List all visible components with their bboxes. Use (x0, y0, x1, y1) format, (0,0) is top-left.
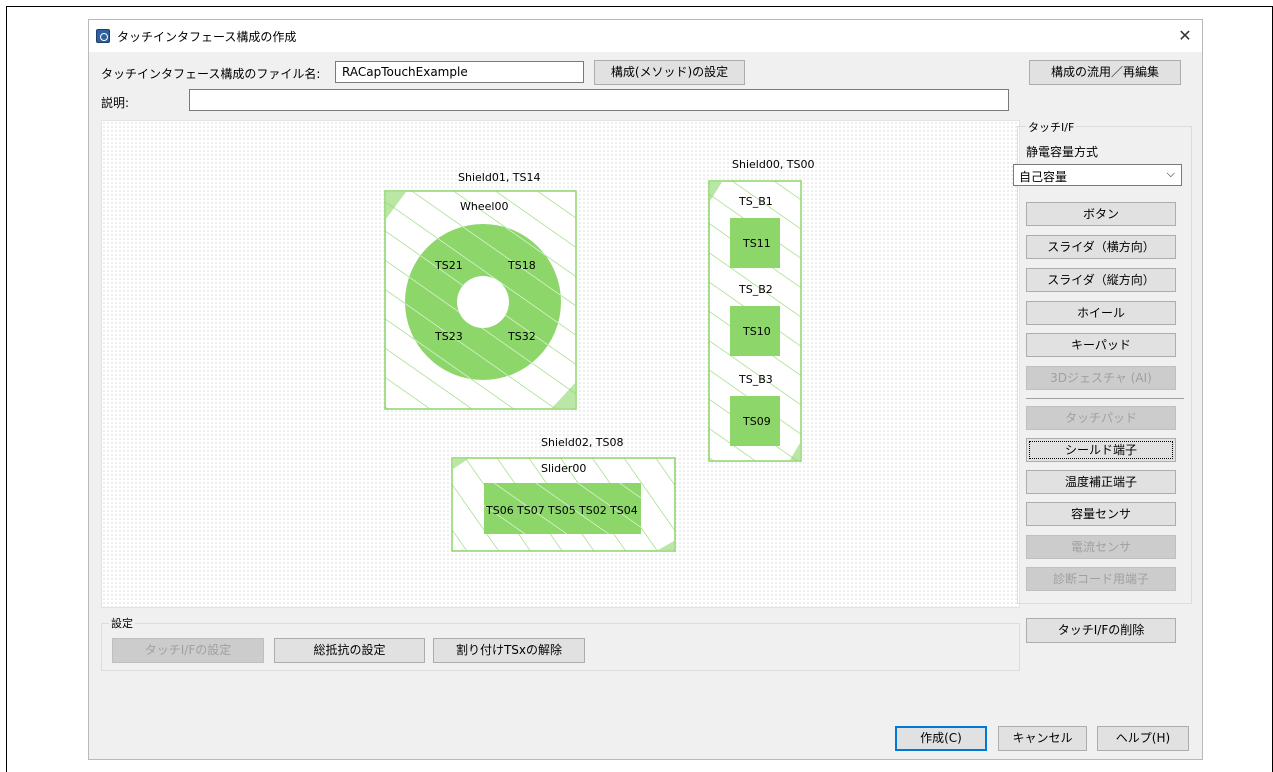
add-keypad-button[interactable]: キーパッド (1026, 333, 1176, 357)
add-current-sensor-button[interactable]: 電流センサ (1026, 535, 1176, 559)
add-diagnostic-pin-button[interactable]: 診断コード用端子 (1026, 567, 1176, 591)
slider-sensor-label: TS06 (485, 504, 514, 517)
dialog-window: タッチインタフェース構成の作成 ✕ タッチインタフェース構成のファイル名: RA… (88, 19, 1203, 760)
button-sensor-label: TS10 (742, 325, 771, 338)
add-horizontal-slider-button[interactable]: スライダ（横方向） (1026, 235, 1176, 259)
button-name: TS_B3 (738, 373, 773, 386)
button-sensor-label: TS09 (742, 415, 771, 428)
settings-group-label: 設定 (109, 615, 135, 631)
separator (1026, 398, 1184, 399)
wheel-element[interactable] (405, 224, 561, 380)
touch-if-group (1017, 126, 1192, 604)
slider-sensor-label: TS05 (547, 504, 576, 517)
button-shield-label: Shield00, TS00 (732, 158, 815, 171)
add-capacitance-sensor-button[interactable]: 容量センサ (1026, 502, 1176, 526)
wheel-name: Wheel00 (460, 200, 508, 213)
button-sensor-label: TS11 (742, 237, 771, 250)
slider-sensor-label: TS07 (516, 504, 545, 517)
release-ts-button[interactable]: 割り付けTSxの解除 (433, 638, 585, 663)
wheel-sensor-label: TS23 (434, 330, 463, 343)
filename-label: タッチインタフェース構成のファイル名: (101, 67, 321, 81)
layout-canvas[interactable]: Shield01, TS14 Wheel00 TS21 TS18 TS23 TS… (101, 120, 1020, 608)
button-name: TS_B1 (738, 195, 773, 208)
add-button-button[interactable]: ボタン (1026, 202, 1176, 226)
add-vertical-slider-button[interactable]: スライダ（縦方向） (1026, 268, 1176, 292)
window-title: タッチインタフェース構成の作成 (117, 30, 297, 44)
add-wheel-button[interactable]: ホイール (1026, 301, 1176, 325)
cancel-button[interactable]: キャンセル (998, 726, 1087, 751)
filename-input[interactable]: RACapTouchExample (335, 61, 584, 83)
app-icon (96, 29, 110, 43)
slider-sensor-label: TS04 (609, 504, 638, 517)
wheel-sensor-label: TS18 (507, 259, 536, 272)
slider-shield-label: Shield02, TS08 (541, 436, 624, 449)
wheel-sensor-label: TS32 (507, 330, 536, 343)
delete-touch-if-button[interactable]: タッチI/Fの削除 (1026, 618, 1176, 643)
add-temperature-pin-button[interactable]: 温度補正端子 (1026, 470, 1176, 494)
resistance-settings-button[interactable]: 総抵抗の設定 (274, 638, 425, 663)
wheel-shield-label: Shield01, TS14 (458, 171, 541, 184)
capacitance-method-label: 静電容量方式 (1026, 145, 1099, 159)
capacitance-method-value: 自己容量 (1019, 170, 1068, 184)
title-bar: タッチインタフェース構成の作成 ✕ (89, 20, 1202, 52)
touch-if-group-label: タッチI/F (1026, 119, 1077, 135)
add-3d-gesture-button[interactable]: 3Dジェスチャ (AI) (1026, 366, 1176, 390)
add-touchpad-button[interactable]: タッチパッド (1026, 406, 1176, 430)
capacitance-method-select[interactable]: 自己容量 ⌵ (1013, 164, 1182, 186)
method-settings-button[interactable]: 構成(メソッド)の設定 (594, 60, 745, 85)
chevron-down-icon: ⌵ (1166, 167, 1175, 180)
slider-sensor-label: TS02 (578, 504, 607, 517)
help-button[interactable]: ヘルプ(H) (1097, 726, 1189, 751)
wheel-sensor-label: TS21 (434, 259, 463, 272)
add-shield-pin-button[interactable]: シールド端子 (1026, 438, 1176, 462)
button-name: TS_B2 (738, 283, 773, 296)
reuse-edit-button[interactable]: 構成の流用／再編集 (1029, 60, 1181, 85)
slider-name: Slider00 (541, 462, 586, 475)
create-button[interactable]: 作成(C) (895, 726, 987, 751)
description-input[interactable] (189, 89, 1009, 111)
description-label: 説明: (101, 96, 130, 110)
close-icon[interactable]: ✕ (1168, 20, 1202, 52)
touch-if-settings-button[interactable]: タッチI/Fの設定 (112, 638, 264, 663)
